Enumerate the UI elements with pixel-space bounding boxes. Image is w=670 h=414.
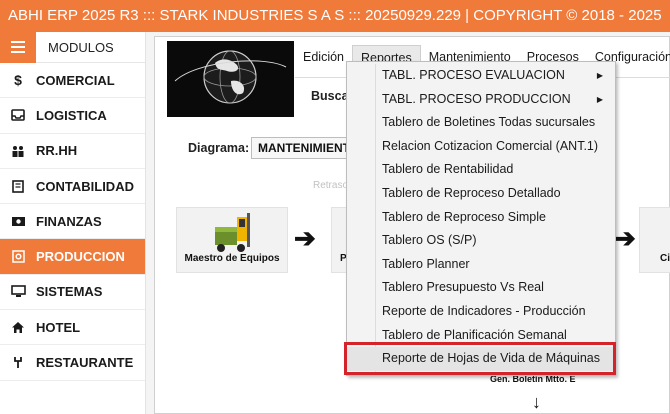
sidebar-item-contabilidad[interactable]: CONTABILIDAD [0, 169, 145, 205]
inbox-icon [0, 109, 36, 122]
menu-item-label: Tablero de Reproceso Detallado [382, 186, 561, 200]
company-logo [167, 41, 294, 117]
menu-item-label: Tablero de Reproceso Simple [382, 209, 546, 224]
menu-item-tablero-rentabilidad[interactable]: Tablero de Rentabilidad [347, 158, 615, 182]
menu-item-label: Tablero de Rentabilidad [382, 162, 514, 177]
menu-item-tablero-os[interactable]: Tablero OS (S/P) [347, 229, 615, 253]
people-icon [0, 145, 36, 157]
menu-item-reproceso-simple[interactable]: Tablero de Reproceso Simple [347, 206, 615, 230]
menu-item-indicadores-produccion[interactable]: Reporte de Indicadores - Producción [347, 300, 615, 324]
menu-item-tablero-planner[interactable]: Tablero Planner [347, 253, 615, 277]
window-titlebar: ABHI ERP 2025 R3 ::: STARK INDUSTRIES S … [0, 0, 670, 32]
card-label: Cie [660, 253, 670, 264]
sidebar-item-label: RR.HH [36, 143, 78, 159]
menu-item-label: Tablero de Boletines Todas sucursales [382, 115, 596, 130]
sidebar-item-produccion[interactable]: PRODUCCION [0, 239, 145, 275]
sidebar-item-label: FINANZAS [36, 213, 102, 229]
card-cierre[interactable]: Cie [639, 207, 670, 273]
monitor-icon [0, 285, 36, 298]
menu-item-label: Reporte de Indicadores - Producción [382, 304, 586, 318]
sidebar-item-sistemas[interactable]: SISTEMAS [0, 275, 145, 311]
faded-label: Retraso [313, 180, 349, 191]
submenu-arrow-icon: ▶ [596, 71, 603, 80]
menu-item-label: Relacion Cotizacion Comercial (ANT.1) [382, 138, 599, 153]
card-label: Maestro de Equipos [184, 253, 280, 264]
money-icon [0, 216, 36, 227]
fork-icon [0, 356, 36, 369]
menu-item-tablero-boletines[interactable]: Tablero de Boletines Todas sucursales [347, 111, 615, 135]
menu-item-label: Tablero OS (S/P) [382, 233, 477, 248]
card-maestro-equipos[interactable]: Maestro de Equipos [176, 207, 288, 273]
menu-item-reproceso-detallado[interactable]: Tablero de Reproceso Detallado [347, 182, 615, 206]
sidebar-item-label: HOTEL [36, 319, 81, 335]
diagram-label: Diagrama: [188, 141, 250, 155]
sidebar-item-restaurante[interactable]: RESTAURANTE [0, 345, 145, 381]
flow-arrow-icon: ➔ [294, 223, 316, 253]
dollar-icon: $ [14, 72, 22, 89]
menu-item-presupuesto-vs-real[interactable]: Tablero Presupuesto Vs Real [347, 276, 615, 300]
sidebar: MODULOS $ COMERCIAL LOGISTICA RR.HH CONT… [0, 31, 146, 414]
menu-item-label: Tablero Planner [382, 256, 470, 271]
hamburger-menu-icon[interactable] [0, 31, 36, 63]
menu-item-label: Tablero Presupuesto Vs Real [382, 280, 544, 295]
sidebar-item-finanzas[interactable]: FINANZAS [0, 204, 145, 240]
sidebar-item-comercial[interactable]: $ COMERCIAL [0, 63, 145, 99]
menu-item-label: TABL. PROCESO EVALUACION [382, 68, 565, 82]
highlight-box [344, 342, 616, 375]
sidebar-item-rrhh[interactable]: RR.HH [0, 134, 145, 169]
home-icon [0, 321, 36, 334]
menu-item-edicion[interactable]: Edición [295, 45, 352, 69]
menu-item-relacion-cotizacion[interactable]: Relacion Cotizacion Comercial (ANT.1) [347, 135, 615, 159]
book-icon [0, 179, 36, 193]
down-arrow-icon: ↓ [532, 392, 541, 412]
forklift-icon [215, 213, 250, 252]
menu-item-label: TABL. PROCESO PRODUCCION [382, 91, 571, 106]
submenu-arrow-icon: ▶ [596, 94, 603, 104]
sidebar-item-label: SISTEMAS [36, 284, 103, 300]
sidebar-item-label: COMERCIAL [36, 72, 115, 88]
sidebar-header-label: MODULOS [48, 39, 114, 55]
flow-arrow-icon: ➔ [614, 223, 636, 253]
sidebar-item-label: LOGISTICA [36, 107, 107, 123]
menu-item-tabl-proceso-produccion[interactable]: TABL. PROCESO PRODUCCION ▶ [347, 88, 615, 112]
sidebar-item-logistica[interactable]: LOGISTICA [0, 98, 145, 134]
gear-box-icon [0, 250, 36, 263]
menu-item-label: Tablero de Planificación Semanal [382, 327, 567, 342]
sidebar-header: MODULOS [0, 31, 145, 63]
sidebar-item-hotel[interactable]: HOTEL [0, 310, 145, 346]
sidebar-item-label: CONTABILIDAD [36, 178, 134, 194]
menu-item-tabl-proceso-evaluacion[interactable]: TABL. PROCESO EVALUACION ▶ [347, 64, 615, 88]
reportes-dropdown-menu: TABL. PROCESO EVALUACION ▶ TABL. PROCESO… [346, 61, 616, 376]
sidebar-item-label: RESTAURANTE [36, 355, 134, 371]
sidebar-item-label: PRODUCCION [36, 249, 125, 265]
